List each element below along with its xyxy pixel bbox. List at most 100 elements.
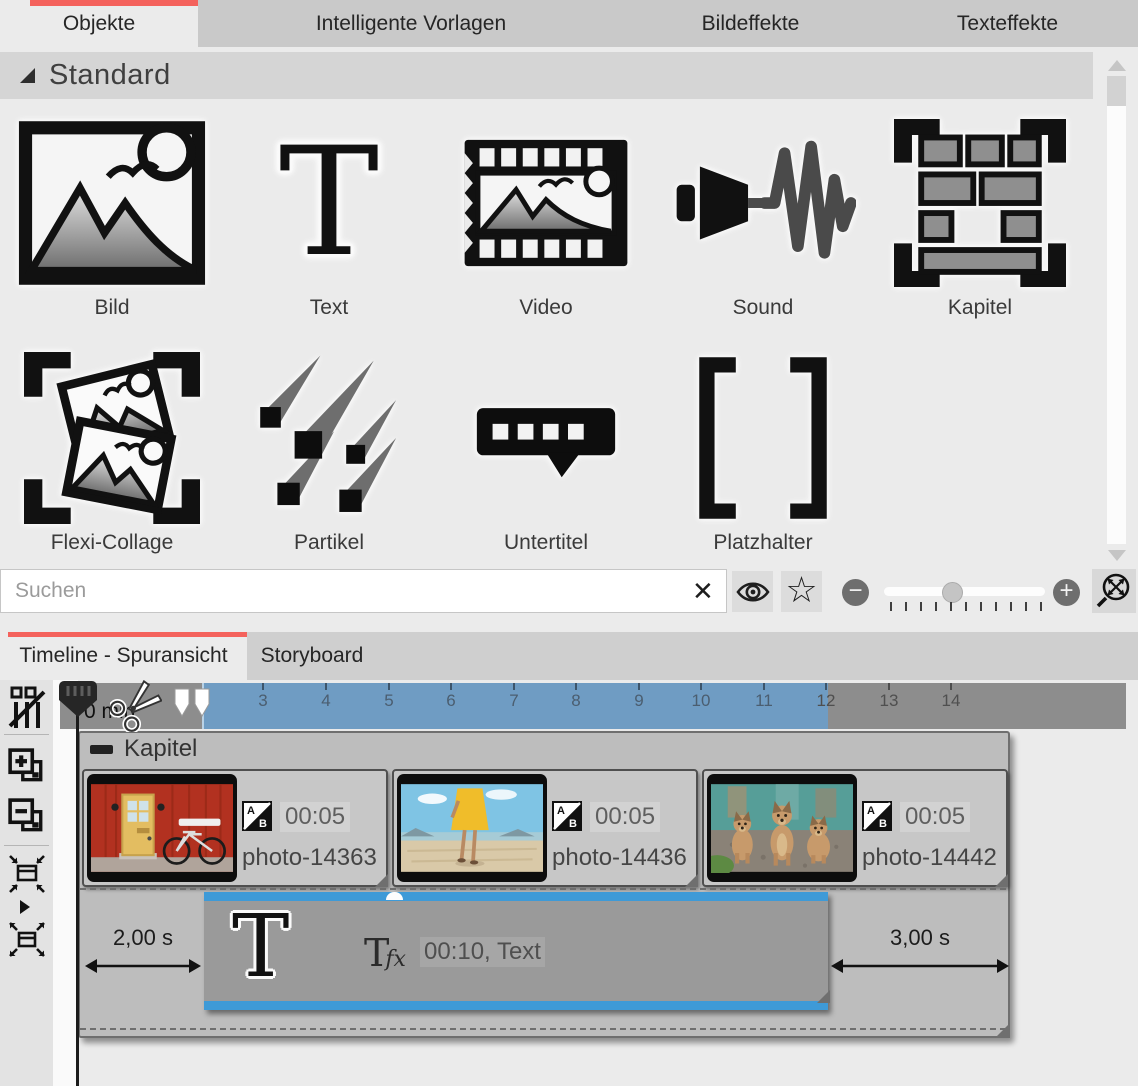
- object-item-untertitel[interactable]: Untertitel: [446, 347, 646, 555]
- expander-arrow-icon[interactable]: [20, 900, 30, 914]
- object-item-label: Platzhalter: [663, 531, 863, 555]
- favorites-button[interactable]: ☆: [781, 571, 822, 612]
- slider-tick: [1010, 602, 1012, 611]
- thumbnail-three-puppies: [711, 783, 853, 873]
- tab-storyboard[interactable]: Storyboard: [247, 632, 377, 680]
- timeline-clip[interactable]: A B 00:05 photo-14436: [392, 769, 698, 887]
- expand-tracks-icon[interactable]: [7, 918, 47, 967]
- active-tab-indicator: [8, 632, 247, 637]
- timeline-clip[interactable]: A B 00:05 photo-14442: [702, 769, 1008, 887]
- timeline-tab-bar: Timeline - Spuransicht Storyboard: [0, 632, 1138, 680]
- track-divider-dashed: [80, 1028, 1006, 1030]
- ruler-tick: [950, 683, 952, 690]
- remove-object-icon[interactable]: [8, 796, 46, 843]
- thumbnail-size-slider-handle[interactable]: [942, 582, 963, 603]
- clip-name: photo-14363: [242, 844, 386, 872]
- object-item-flexi-collage[interactable]: Flexi-Collage: [12, 347, 212, 555]
- tab-intelligente-vorlagen-label: Intelligente Vorlagen: [316, 12, 506, 36]
- track-options-icon[interactable]: [8, 686, 48, 735]
- object-item-sound[interactable]: Sound: [663, 112, 863, 320]
- object-item-partikel[interactable]: Partikel: [229, 347, 429, 555]
- scroll-up-arrow[interactable]: [1108, 60, 1126, 71]
- scrollbar-thumb[interactable]: [1107, 76, 1126, 106]
- object-item-label: Text: [229, 296, 429, 320]
- object-item-label: Kapitel: [880, 296, 1080, 320]
- tab-objekte[interactable]: Objekte: [0, 0, 198, 47]
- clear-search-icon[interactable]: ✕: [692, 576, 714, 607]
- object-item-kapitel[interactable]: Kapitel: [880, 112, 1080, 320]
- tab-texteffekte[interactable]: Texteffekte: [877, 0, 1138, 47]
- scrollbar-track[interactable]: [1107, 76, 1126, 544]
- object-item-video[interactable]: Video: [446, 112, 646, 320]
- slider-tick: [920, 602, 922, 611]
- zoom-in-button[interactable]: +: [1053, 579, 1080, 606]
- tab-storyboard-label: Storyboard: [261, 644, 364, 668]
- ruler-number: 8: [564, 691, 588, 711]
- timeline-vertical-scroll-track[interactable]: [53, 680, 78, 1086]
- chapter-track: Kapitel: [78, 731, 1010, 1038]
- ruler-number: 3: [251, 691, 275, 711]
- chapter-fold-corner: [995, 1023, 1010, 1038]
- playhead-line[interactable]: [76, 714, 79, 1086]
- object-item-platzhalter[interactable]: Platzhalter: [663, 347, 863, 555]
- playhead-handle[interactable]: [59, 681, 97, 723]
- thumbnail-size-slider-track[interactable]: [884, 587, 1045, 596]
- collapse-tracks-icon[interactable]: [7, 852, 47, 901]
- placeholder-icon: [663, 347, 863, 529]
- ruler-tick: [450, 683, 452, 690]
- insert-position-marker-icon[interactable]: [174, 688, 212, 723]
- tab-bildeffekte[interactable]: Bildeffekte: [624, 0, 877, 47]
- preview-visibility-button[interactable]: [732, 571, 773, 612]
- ruler-tick: [825, 683, 827, 690]
- section-collapse-icon: [20, 68, 35, 83]
- transition-ab-icon[interactable]: A B: [552, 801, 582, 831]
- ruler-number: 9: [627, 691, 651, 711]
- collapse-chapter-button[interactable]: [90, 745, 113, 754]
- zoom-fit-icon: [1095, 572, 1133, 610]
- text-fx-icon: Tfx: [364, 931, 406, 975]
- tab-timeline-spuransicht[interactable]: Timeline - Spuransicht: [0, 632, 247, 680]
- chapter-icon: [880, 112, 1080, 294]
- tab-intelligente-vorlagen[interactable]: Intelligente Vorlagen: [198, 0, 624, 47]
- lead-out-resize-arrow[interactable]: [830, 955, 1010, 977]
- object-item-label: Video: [446, 296, 646, 320]
- ruler-tick: [262, 683, 264, 690]
- plus-icon: +: [1059, 579, 1073, 603]
- minus-icon: −: [848, 579, 862, 603]
- object-item-label: Partikel: [229, 531, 429, 555]
- transition-ab-icon[interactable]: A B: [862, 801, 892, 831]
- timeline-clip[interactable]: A B 00:05 photo-14363: [82, 769, 388, 887]
- search-input[interactable]: [0, 569, 727, 613]
- add-object-icon[interactable]: [8, 746, 46, 793]
- clip-thumbnail: [397, 774, 547, 882]
- transition-ab-icon[interactable]: A B: [242, 801, 272, 831]
- ruler-tick: [638, 683, 640, 690]
- lead-in-resize-arrow[interactable]: [84, 955, 202, 977]
- svg-text:A: A: [867, 805, 875, 817]
- toolbar-divider: [4, 734, 49, 735]
- keyframe-notch[interactable]: [386, 892, 403, 900]
- slider-tick: [980, 602, 982, 611]
- section-standard-header[interactable]: Standard: [0, 52, 1093, 99]
- clip-thumbnail: [87, 774, 237, 882]
- zoom-fit-button[interactable]: [1092, 569, 1136, 613]
- tab-timeline-label: Timeline - Spuransicht: [19, 644, 227, 668]
- lead-in-duration-label: 2,00 s: [86, 925, 200, 951]
- object-item-text[interactable]: T Text: [229, 112, 429, 320]
- ruler-number: 14: [939, 691, 963, 711]
- subtitle-icon: [446, 347, 646, 529]
- svg-text:B: B: [259, 818, 267, 830]
- sound-icon: [663, 112, 863, 294]
- timeline-ruler[interactable]: 3 4 5 6 7 8 9 10 11 12 13 14: [60, 683, 1126, 729]
- svg-text:A: A: [557, 805, 565, 817]
- zoom-out-button[interactable]: −: [842, 579, 869, 606]
- ruler-tick: [513, 683, 515, 690]
- ruler-number: 6: [439, 691, 463, 711]
- clip-name: photo-14442: [862, 844, 1006, 872]
- text-object-selected[interactable]: T Tfx 00:10, Text: [204, 892, 828, 1010]
- scroll-down-arrow[interactable]: [1108, 550, 1126, 561]
- split-scissors-icon[interactable]: [110, 680, 162, 737]
- object-item-bild[interactable]: Bild: [12, 112, 212, 320]
- ruler-number: 10: [689, 691, 713, 711]
- clip-thumbnail: [707, 774, 857, 882]
